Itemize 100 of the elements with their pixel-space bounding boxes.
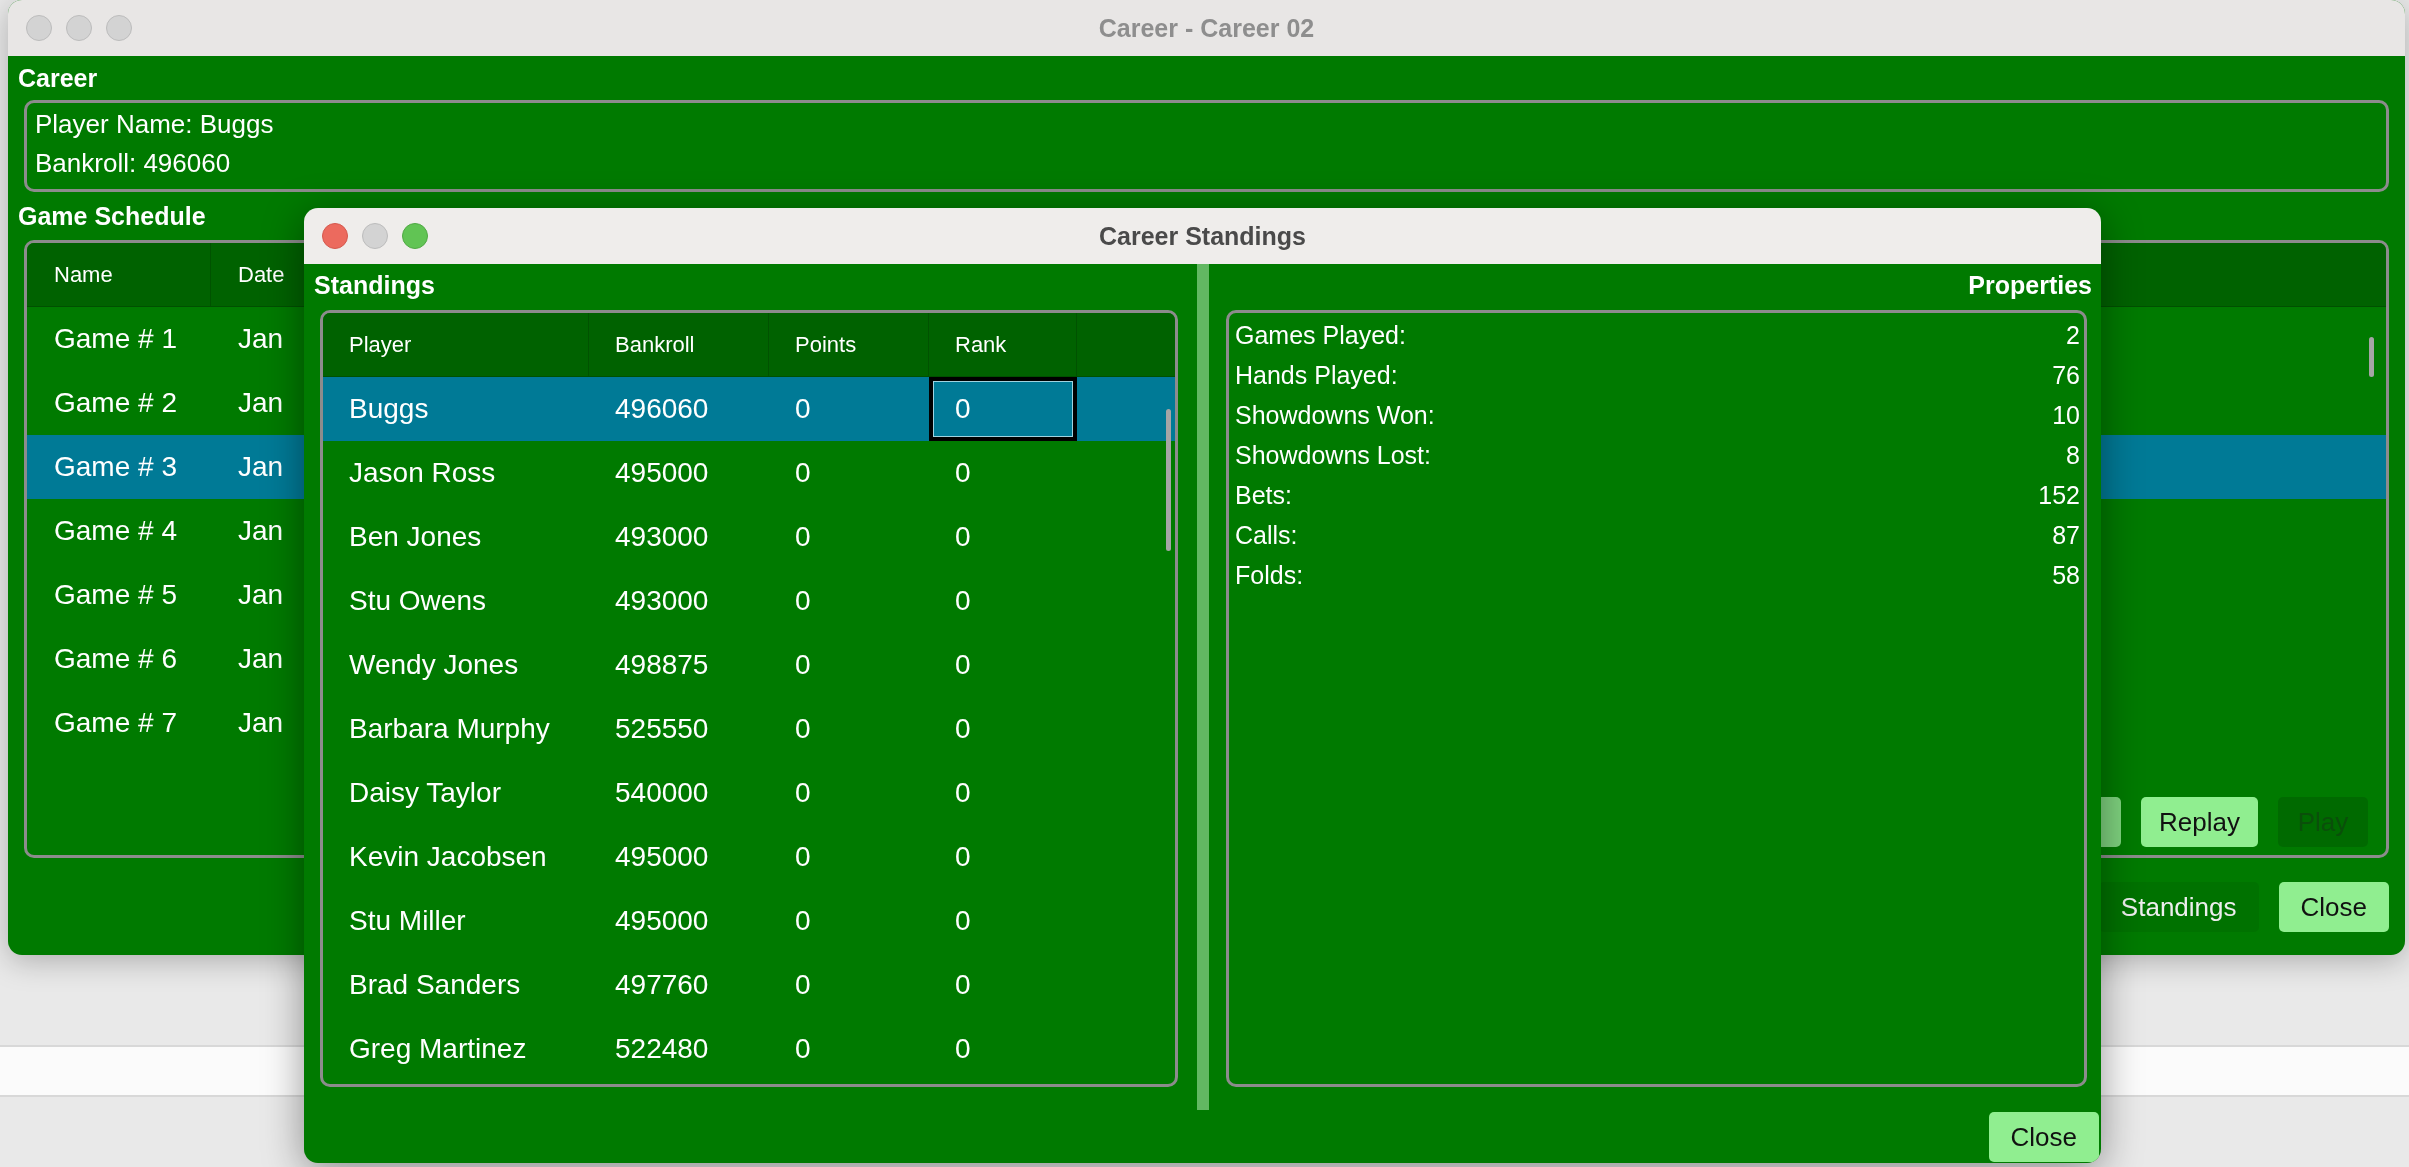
property-value: 8 [2066, 440, 2080, 471]
section-heading: Game Schedule [18, 201, 207, 232]
table-cell-text: 493000 [614, 584, 710, 618]
table-cell-text: Jason Ross [348, 456, 497, 490]
table-cell-text: 495000 [614, 904, 710, 938]
table-cell-text: 493000 [614, 520, 710, 554]
table-row[interactable]: Jason Ross 495000 0 0 [323, 441, 1175, 505]
column-header[interactable]: Bankroll [589, 313, 769, 376]
property-value: 76 [2052, 360, 2080, 391]
property-value: 10 [2052, 400, 2080, 431]
property-label: Games Played: [1235, 320, 1406, 351]
close-icon[interactable] [26, 15, 52, 41]
zoom-icon[interactable] [106, 15, 132, 41]
property-value: 152 [2038, 480, 2080, 511]
table-cell-text: Game # 7 [53, 706, 178, 740]
table-cell-text: Stu Owens [348, 584, 487, 618]
window-title: Career Standings [1099, 221, 1306, 251]
table-row[interactable]: Stu Owens 493000 0 0 [323, 569, 1175, 633]
window-title: Career - Career 02 [1098, 13, 1315, 43]
table-cell-text: 0 [794, 968, 812, 1002]
column-header[interactable]: Player [323, 313, 589, 376]
footer-button[interactable]: Close [2278, 882, 2389, 932]
table-cell-text: 525550 [614, 712, 710, 746]
close-button[interactable]: Close [1988, 1112, 2099, 1162]
table-cell-text: Greg Martinez [348, 1032, 528, 1066]
table-row[interactable]: Brad Sanders 497760 0 0 [323, 953, 1175, 1017]
scrollbar-thumb[interactable] [2369, 337, 2374, 377]
table-row[interactable]: Daisy Taylor 540000 0 0 [323, 761, 1175, 825]
section-heading: Standings [314, 270, 436, 301]
table-cell-text: Barbara Murphy [348, 712, 551, 746]
table-cell-text: Jan [237, 514, 285, 548]
table-cell[interactable]: 0 [929, 953, 1077, 1017]
table-cell-text: 0 [794, 904, 812, 938]
section-heading: Properties [1967, 270, 2092, 301]
column-header[interactable]: Name [27, 243, 211, 306]
property-value: 2 [2066, 320, 2080, 351]
table-cell[interactable]: 0 [929, 505, 1077, 569]
property-label: Bets: [1235, 480, 1292, 511]
table-cell-text: Brad Sanders [348, 968, 522, 1002]
minimize-icon[interactable] [362, 223, 388, 249]
property-value: 87 [2052, 520, 2080, 551]
table-row[interactable]: Kevin Jacobsen 495000 0 0 [323, 825, 1175, 889]
table-cell[interactable]: 0 [929, 761, 1077, 825]
table-cell-text: Jan [237, 642, 285, 676]
info-text: Bankroll: 496060 [35, 147, 232, 180]
table-row[interactable]: Barbara Murphy 525550 0 0 [323, 697, 1175, 761]
section-heading: Career [18, 63, 99, 94]
table-cell[interactable]: 0 [929, 825, 1077, 889]
table-cell-text: 522480 [614, 1032, 710, 1066]
table-cell-text: 497760 [614, 968, 710, 1002]
table-cell-text: Game # 1 [53, 322, 178, 356]
table-cell-text: Daisy Taylor [348, 776, 502, 810]
property-label: Calls: [1235, 520, 1298, 551]
table-cell[interactable]: 0 [929, 377, 1077, 441]
table-cell-text: 495000 [614, 456, 710, 490]
table-cell[interactable]: 0 [929, 569, 1077, 633]
table-cell-text: Kevin Jacobsen [348, 840, 548, 874]
table-cell-text: Game # 2 [53, 386, 178, 420]
table-row[interactable]: Greg Martinez 522480 0 0 [323, 1017, 1175, 1081]
table-cell-text: Jan [237, 450, 285, 484]
table-cell-text: Game # 4 [53, 514, 178, 548]
table-row[interactable]: Buggs 496060 0 0 [323, 377, 1175, 441]
table-cell[interactable]: 0 [929, 441, 1077, 505]
scrollbar-thumb[interactable] [1166, 409, 1171, 551]
table-cell[interactable]: 0 [929, 633, 1077, 697]
table-cell-text: Game # 5 [53, 578, 178, 612]
table-cell-text: 496060 [614, 392, 710, 426]
table-cell-text: Ben Jones [348, 520, 483, 554]
table-row[interactable]: Ben Jones 493000 0 0 [323, 505, 1175, 569]
minimize-icon[interactable] [66, 15, 92, 41]
property-value: 58 [2052, 560, 2080, 591]
footer-button[interactable]: Standings [2098, 882, 2259, 932]
table-cell-text: 540000 [614, 776, 710, 810]
table-row[interactable]: Wendy Jones 498875 0 0 [323, 633, 1175, 697]
table-cell[interactable]: 0 [929, 697, 1077, 761]
zoom-icon[interactable] [402, 223, 428, 249]
action-button[interactable]: Replay [2141, 797, 2258, 847]
table-cell[interactable]: 0 [929, 889, 1077, 953]
column-header[interactable]: Rank [929, 313, 1077, 376]
column-header[interactable]: Points [769, 313, 929, 376]
close-icon[interactable] [322, 223, 348, 249]
table-cell-text: 498875 [614, 648, 710, 682]
table-cell-text: Game # 3 [53, 450, 178, 484]
table-cell-text: Jan [237, 386, 285, 420]
table-cell-text: 0 [794, 392, 812, 426]
table-cell-text: Stu Miller [348, 904, 467, 938]
table-cell-text: Jan [237, 706, 285, 740]
table-cell-text: 495000 [614, 840, 710, 874]
table-cell-text: 0 [794, 840, 812, 874]
property-label: Showdowns Won: [1235, 400, 1435, 431]
table-cell-text: 0 [794, 1032, 812, 1066]
table-cell-text: Jan [237, 322, 285, 356]
table-cell-text: Buggs [348, 392, 430, 426]
table-cell-text: 0 [794, 776, 812, 810]
table-row[interactable]: Stu Miller 495000 0 0 [323, 889, 1175, 953]
table-cell[interactable]: 0 [929, 1017, 1077, 1081]
table-cell-text: 0 [794, 520, 812, 554]
info-text: Player Name: Buggs [35, 108, 275, 141]
splitter-handle[interactable] [1197, 264, 1209, 1110]
table-cell-text: 0 [794, 712, 812, 746]
